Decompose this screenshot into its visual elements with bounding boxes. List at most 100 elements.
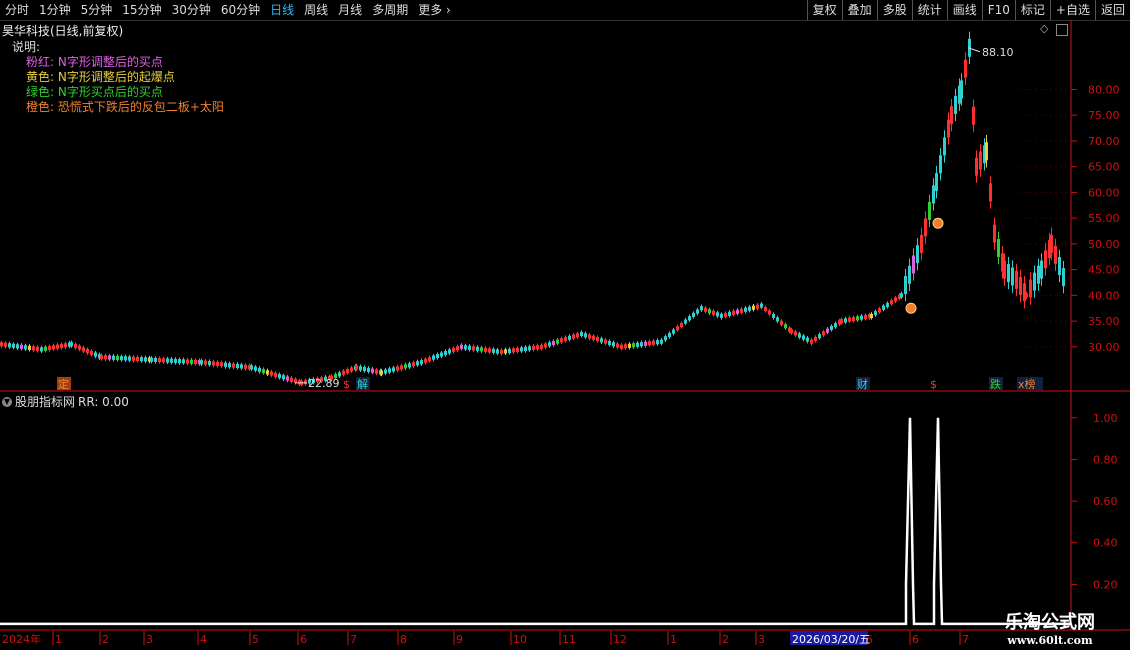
candle-body [178, 359, 181, 364]
candle-body [86, 349, 89, 354]
candle-body [412, 362, 415, 367]
candle-body [712, 310, 715, 315]
date-month-label: 7 [962, 633, 969, 646]
candle-body [512, 348, 515, 353]
price-tick-label: 40.00 [1088, 289, 1120, 302]
candle-body [704, 307, 707, 312]
candle-body [154, 357, 157, 362]
candle-body [636, 342, 639, 347]
candle-body [584, 333, 587, 338]
candle-body [456, 346, 459, 351]
price-tick-label: 60.00 [1088, 186, 1120, 199]
date-month-label: 6 [300, 633, 307, 646]
candle-body [540, 344, 543, 349]
candle-body [784, 324, 787, 329]
candle-body [40, 347, 43, 352]
candle-body [24, 345, 27, 350]
candle-body [532, 345, 535, 350]
candle-body [572, 334, 575, 339]
event-marker: 解 [357, 377, 368, 391]
candle-body [552, 340, 555, 346]
candle-body [244, 364, 247, 369]
price-tick-label: 70.00 [1088, 135, 1120, 148]
candle-body [258, 367, 261, 372]
candle-body [416, 361, 419, 366]
date-year-label: 2024年 [2, 632, 41, 646]
event-marker: 跌 [990, 377, 1001, 391]
candle-body [432, 355, 435, 360]
date-month-label: 6 [912, 633, 919, 646]
candle-body [692, 312, 695, 317]
candle-body [1044, 250, 1047, 269]
candle-body [516, 347, 519, 352]
candle-body [375, 369, 378, 374]
candle-body [208, 361, 211, 366]
candle-body [852, 316, 855, 322]
candle-body [140, 357, 143, 362]
candle-body [346, 369, 349, 374]
candle-body [464, 345, 467, 350]
candle-body [1050, 234, 1053, 253]
sun-icon [905, 302, 917, 314]
date-month-label: 8 [400, 633, 407, 646]
candle-body [384, 369, 387, 374]
candle-body [408, 363, 411, 368]
event-marker: x榜 [1018, 377, 1036, 391]
candle-body [1054, 245, 1057, 264]
candle-body [806, 337, 809, 342]
candle-body [8, 343, 11, 348]
candle-body [424, 358, 427, 363]
indicator-tick-label: 0.80 [1093, 453, 1118, 466]
candle-body [756, 304, 759, 309]
candle-body [989, 183, 992, 202]
candle-body [776, 317, 779, 322]
candle-body [652, 340, 655, 345]
candle-body [908, 265, 911, 284]
candle-body [950, 106, 953, 125]
price-tick-label: 55.00 [1088, 212, 1120, 225]
candle-body [894, 297, 897, 302]
candle-body [878, 308, 881, 313]
date-month-label: 9 [456, 633, 463, 646]
candle-body [536, 345, 539, 350]
candle-body [826, 328, 829, 333]
candle-body [840, 319, 843, 324]
candle-body [232, 363, 235, 368]
candle-body [170, 358, 173, 363]
candle-body [772, 313, 775, 318]
candle-body [144, 357, 147, 362]
candle-body [500, 349, 503, 355]
candle-body [924, 218, 927, 237]
candle-body [556, 339, 559, 344]
candle-body [388, 368, 391, 373]
event-marker: 定 [58, 377, 69, 391]
candle-body [810, 339, 813, 344]
candle-body [548, 342, 551, 347]
candle-body [1062, 268, 1065, 287]
candle-body [190, 359, 193, 364]
candle-body [363, 367, 366, 372]
candle-body [104, 355, 107, 360]
candle-body [182, 359, 185, 364]
candle-body [460, 344, 463, 349]
candle-body [342, 370, 345, 375]
candle-body [736, 309, 739, 314]
candle-body [274, 372, 277, 377]
candle-body [82, 347, 85, 352]
candle-body [472, 346, 475, 351]
candle-body [870, 313, 873, 318]
candle-body [1011, 267, 1014, 286]
candle-body [760, 303, 763, 308]
candle-body [492, 348, 495, 353]
candle-body [620, 344, 623, 349]
candle-body [367, 367, 370, 372]
candle-body [964, 59, 967, 78]
candle-body [720, 313, 723, 318]
candle-body [94, 352, 97, 357]
chart-canvas[interactable]: 80.00 75.00 70.00 65.00 60.00 55.00 50.00 45.00… [0, 0, 1130, 650]
candle-body [632, 343, 635, 348]
candle-body [724, 312, 727, 317]
candle-body [932, 185, 935, 204]
candle-body [600, 338, 603, 343]
candle-body [814, 336, 817, 341]
